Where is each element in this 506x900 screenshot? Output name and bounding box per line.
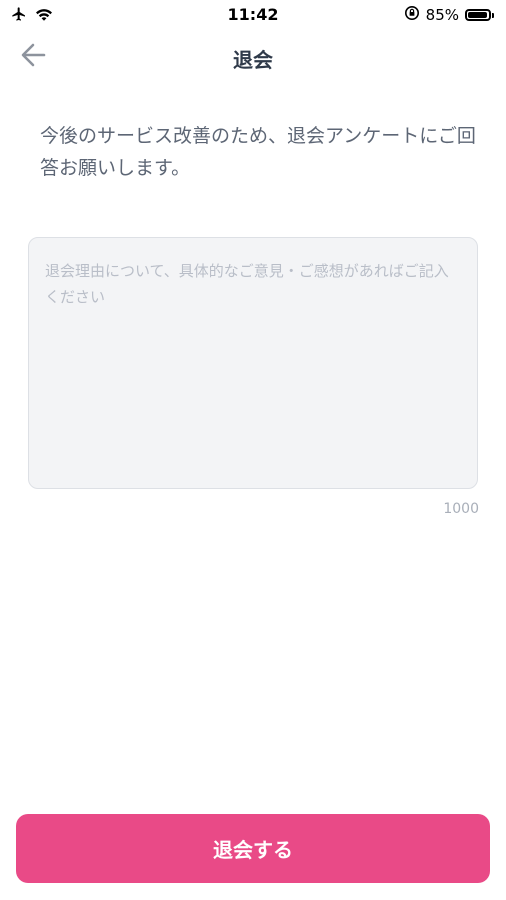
orientation-lock-icon	[404, 5, 420, 25]
reason-field	[28, 237, 478, 489]
battery-percent: 85%	[425, 6, 459, 24]
survey-intro-text: 今後のサービス改善のため、退会アンケートにご回答お願いします。	[40, 125, 476, 179]
status-bar: 11:42 85%	[0, 0, 506, 30]
battery-fill	[468, 12, 487, 18]
battery-cap	[492, 12, 494, 18]
nav-bar: 退会	[0, 30, 506, 82]
battery-icon	[465, 9, 494, 21]
status-right: 85%	[404, 5, 494, 25]
withdraw-button[interactable]: 退会する	[16, 814, 490, 883]
reason-textarea[interactable]	[29, 238, 477, 488]
page-title: 退会	[233, 48, 273, 72]
battery-body	[465, 9, 491, 21]
char-count: 1000	[443, 501, 479, 517]
